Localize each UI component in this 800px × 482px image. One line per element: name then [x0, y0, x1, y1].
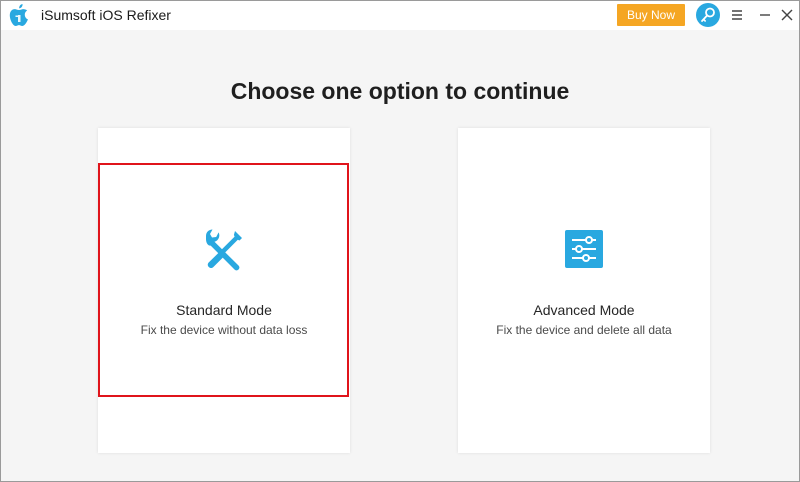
app-title: iSumsoft iOS Refixer [41, 7, 171, 23]
buy-now-button[interactable]: Buy Now [617, 4, 685, 26]
wrench-screwdriver-icon [206, 229, 242, 271]
app-window: iSumsoft iOS Refixer Buy Now Choose one … [0, 0, 800, 482]
advanced-mode-description: Fix the device and delete all data [496, 323, 672, 337]
key-icon [701, 7, 715, 22]
menu-button[interactable] [727, 5, 747, 25]
minimize-button[interactable] [755, 5, 775, 25]
title-bar: iSumsoft iOS Refixer Buy Now [1, 1, 799, 30]
advanced-mode-option[interactable]: Advanced Mode Fix the device and delete … [458, 128, 710, 453]
standard-mode-title: Standard Mode [176, 302, 272, 318]
sliders-icon [565, 230, 603, 268]
minimize-icon [760, 14, 770, 16]
standard-mode-description: Fix the device without data loss [140, 323, 308, 337]
close-button[interactable] [777, 5, 797, 25]
standard-mode-option[interactable]: Standard Mode Fix the device without dat… [98, 128, 350, 453]
page-heading: Choose one option to continue [230, 78, 570, 104]
hamburger-menu-icon [732, 10, 742, 20]
main-content: Choose one option to continue Standard M… [1, 30, 799, 481]
advanced-mode-title: Advanced Mode [533, 302, 635, 318]
app-logo-icon [9, 4, 28, 26]
register-key-button[interactable] [696, 3, 720, 27]
close-icon [781, 9, 793, 21]
